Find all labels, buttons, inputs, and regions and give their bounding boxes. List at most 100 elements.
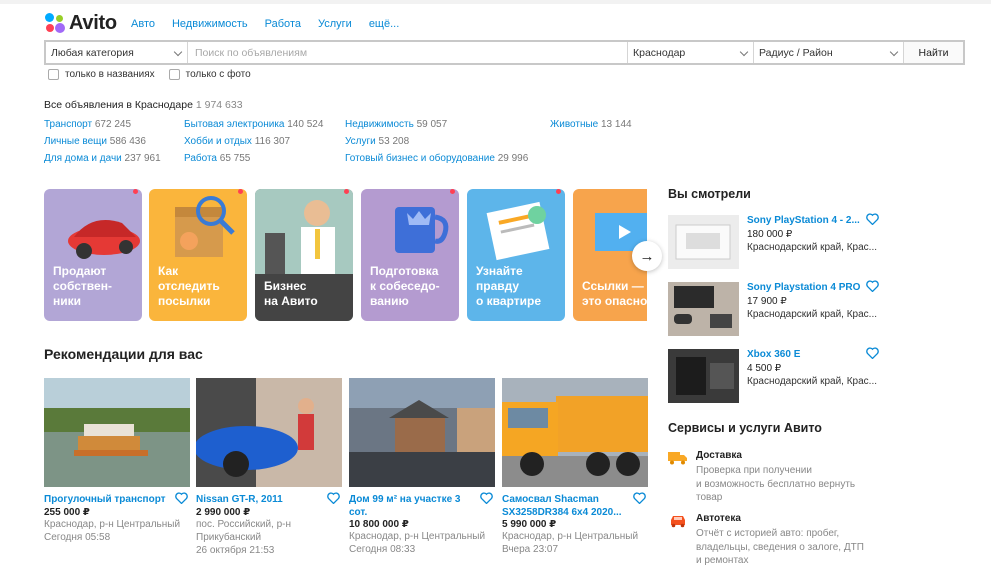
listing-address: Краснодар, р-н Центральный <box>349 531 486 542</box>
category-link[interactable]: Услуги 53 208 <box>345 136 409 147</box>
top-nav: Авто Недвижимость Работа Услуги ещё... <box>131 18 416 30</box>
viewed-item[interactable]: Sony Playstation 4 PRO 17 900 ₽ Краснода… <box>668 280 883 337</box>
checkbox[interactable] <box>168 69 180 80</box>
service-description: Отчёт с историей авто: пробег, владельцы,… <box>696 528 864 565</box>
ps4-pro-photo <box>668 282 739 336</box>
listing-card[interactable]: Nissan GT-R, 2011 2 990 000 ₽ пос. Росси… <box>196 378 342 556</box>
listing-photo[interactable] <box>502 378 648 487</box>
listing-card[interactable]: Прогулочный транспорт 255 000 ₽ Краснода… <box>44 378 190 543</box>
viewed-item-address: Краснодарский край, Крас... <box>747 309 878 320</box>
listing-address: пос. Российский, р-н <box>196 519 292 530</box>
banner-card[interactable]: Бизнес на Авито <box>255 189 353 321</box>
filter-with-photo[interactable]: только с фото <box>168 69 251 80</box>
car-photo <box>196 378 342 487</box>
new-dot <box>556 189 561 194</box>
viewed-item-photo[interactable] <box>668 349 739 403</box>
logo-dots-icon <box>44 12 66 34</box>
search-button[interactable]: Найти <box>904 42 963 63</box>
viewed-item[interactable]: Xbox 360 E 4 500 ₽ Краснодарский край, К… <box>668 347 883 404</box>
dump-truck-photo <box>502 378 648 487</box>
listing-price: 10 800 000 ₽ <box>349 519 409 530</box>
banner-card[interactable]: Узнайте правду о квартире <box>467 189 565 321</box>
listing-photo[interactable] <box>196 378 342 487</box>
listing-title[interactable]: Nissan GT-R, 2011 <box>196 493 326 506</box>
heart-icon[interactable] <box>175 492 188 504</box>
checkbox[interactable] <box>48 69 59 80</box>
avito-logo[interactable]: Avito <box>44 12 117 34</box>
listing-address: Краснодар, р-н Центральный <box>502 531 639 542</box>
chevron-down-icon <box>739 47 749 57</box>
services-title: Сервисы и услуги Авито <box>668 421 822 435</box>
nav-more[interactable]: ещё... <box>369 18 399 30</box>
banners-next-button[interactable]: → <box>632 241 662 271</box>
category-link[interactable]: Работа 65 755 <box>184 153 250 164</box>
banner-card[interactable]: Подготовка к собеседо-ванию <box>361 189 459 321</box>
listing-address: Краснодар, р-н Центральный <box>44 519 181 530</box>
category-select[interactable]: Любая категория <box>46 42 188 63</box>
service-description: Проверка при получении и возможность бесп… <box>696 465 856 503</box>
listing-title[interactable]: Прогулочный транспорт <box>44 493 174 506</box>
listing-title[interactable]: Дом 99 м² на участке 3 сот. <box>349 493 479 519</box>
viewed-item-title[interactable]: Sony PlayStation 4 - 2... <box>747 215 860 226</box>
viewed-item-title[interactable]: Xbox 360 E <box>747 349 800 360</box>
arrow-right-icon: → <box>639 247 655 265</box>
radius-select[interactable]: Радиус / Район <box>754 42 904 63</box>
listing-date: Сегодня 08:33 <box>349 544 416 555</box>
category-link[interactable]: Животные 13 144 <box>550 119 632 130</box>
top-strip <box>0 0 991 4</box>
boat-photo <box>44 378 190 487</box>
heart-icon[interactable] <box>633 492 646 504</box>
category-link[interactable]: Бытовая электроника 140 524 <box>184 119 323 130</box>
category-link[interactable]: Хобби и отдых 116 307 <box>184 136 290 147</box>
logo-text: Avito <box>69 11 117 34</box>
listing-photo[interactable] <box>44 378 190 487</box>
recommendations-title: Рекомендации для вас <box>44 346 203 362</box>
nav-jobs[interactable]: Работа <box>265 18 301 30</box>
city-select[interactable]: Краснодар <box>628 42 754 63</box>
viewed-item-address: Краснодарский край, Крас... <box>747 376 878 387</box>
house-photo <box>349 378 495 487</box>
viewed-item-title[interactable]: Sony Playstation 4 PRO <box>747 282 860 293</box>
category-link[interactable]: Личные вещи 586 436 <box>44 136 146 147</box>
category-link[interactable]: Транспорт 672 245 <box>44 119 131 130</box>
filter-titles-only[interactable]: только в названиях <box>48 69 155 80</box>
listing-date: Вчера 23:07 <box>502 544 559 555</box>
new-dot <box>344 189 349 194</box>
console-box-photo <box>668 215 739 269</box>
nav-auto[interactable]: Авто <box>131 18 155 30</box>
heart-icon[interactable] <box>480 492 493 504</box>
listing-date: Сегодня 05:58 <box>44 532 111 543</box>
banner-card[interactable]: Продают собствен-ники <box>44 189 142 321</box>
viewed-item-price: 17 900 ₽ <box>747 296 787 307</box>
listing-address-line2: Прикубанский <box>196 532 262 543</box>
heart-icon[interactable] <box>327 492 340 504</box>
car-icon <box>671 516 685 528</box>
heart-icon[interactable] <box>866 347 879 359</box>
xbox-photo <box>668 349 739 403</box>
listing-price: 255 000 ₽ <box>44 507 90 518</box>
truck-icon <box>668 452 687 465</box>
search-bar: Любая категория Поиск по объявлениям Кра… <box>44 40 965 65</box>
category-link[interactable]: Для дома и дачи 237 961 <box>44 153 161 164</box>
heart-icon[interactable] <box>866 213 879 225</box>
viewed-item[interactable]: Sony PlayStation 4 - 2... 180 000 ₽ Крас… <box>668 213 883 270</box>
service-name[interactable]: Автотека <box>696 513 741 524</box>
category-link[interactable]: Готовый бизнес и оборудование 29 996 <box>345 153 528 164</box>
chevron-down-icon <box>173 47 183 57</box>
listing-date: 26 октября 21:53 <box>196 545 275 556</box>
nav-services[interactable]: Услуги <box>318 18 352 30</box>
nav-realty[interactable]: Недвижимость <box>172 18 248 30</box>
listing-photo[interactable] <box>349 378 495 487</box>
search-input[interactable]: Поиск по объявлениям <box>188 42 628 63</box>
viewed-item-photo[interactable] <box>668 282 739 336</box>
listing-card[interactable]: Дом 99 м² на участке 3 сот. 10 800 000 ₽… <box>349 378 495 555</box>
service-name[interactable]: Доставка <box>696 450 742 461</box>
heart-icon[interactable] <box>866 280 879 292</box>
search-filters: только в названиях только с фото <box>48 69 265 80</box>
listing-title[interactable]: Самосвал Shacman SX3258DR384 6x4 2020... <box>502 493 632 519</box>
viewed-item-photo[interactable] <box>668 215 739 269</box>
banner-card[interactable]: Как отследить посылки <box>149 189 247 321</box>
listing-card[interactable]: Самосвал Shacman SX3258DR384 6x4 2020...… <box>502 378 648 555</box>
category-link[interactable]: Недвижимость 59 057 <box>345 119 447 130</box>
chevron-down-icon <box>889 47 899 57</box>
